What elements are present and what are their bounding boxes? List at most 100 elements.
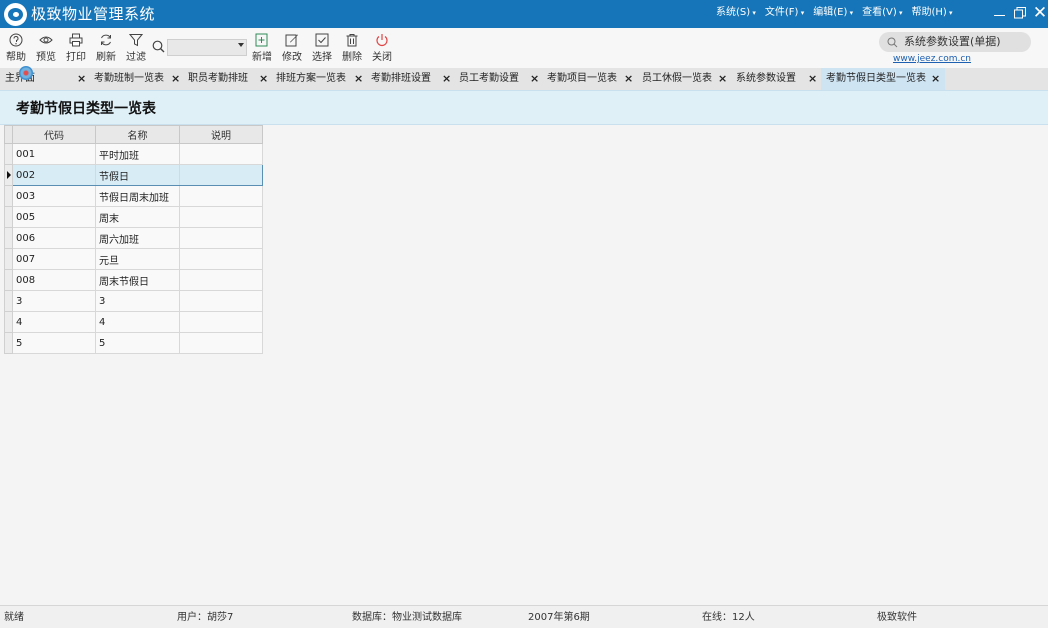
cell-name[interactable]: 周末节假日: [95, 269, 180, 291]
tab-employee-leave-list-close-icon[interactable]: ×: [718, 68, 727, 90]
tab-staff-scheduling-close-icon[interactable]: ×: [259, 68, 268, 90]
filter-button[interactable]: 过滤: [122, 33, 150, 64]
menu-edit[interactable]: 编辑(E): [813, 6, 853, 20]
close-button[interactable]: 关闭: [368, 33, 396, 64]
tab-scheduling-settings-close-icon[interactable]: ×: [442, 68, 451, 90]
select-button[interactable]: 选择: [308, 33, 336, 64]
cell-code[interactable]: 008: [12, 269, 96, 291]
column-header-code[interactable]: 代码: [12, 125, 96, 144]
tab-employee-attendance-settings-close-icon[interactable]: ×: [530, 68, 539, 90]
status-ready: 就绪: [4, 612, 24, 623]
row-header[interactable]: [4, 290, 13, 312]
row-header[interactable]: [4, 311, 13, 333]
content-area: 代码 名称 说明 001 平时加班 002 节假日 003 节假日周末加班 00…: [0, 125, 1048, 605]
tab-staff-scheduling[interactable]: 职员考勤排班: [183, 68, 271, 90]
table-row[interactable]: 005 周末: [4, 206, 263, 228]
table-row[interactable]: 008 周末节假日: [4, 269, 263, 291]
menu-help[interactable]: 帮助(H): [912, 6, 953, 20]
table-row[interactable]: 4 4: [4, 311, 263, 333]
row-header[interactable]: [4, 332, 13, 354]
table-row[interactable]: 003 节假日周末加班: [4, 185, 263, 207]
preview-button[interactable]: 预览: [32, 33, 60, 64]
cell-description[interactable]: [179, 311, 263, 333]
cell-code[interactable]: 002: [12, 164, 96, 186]
table-row[interactable]: 3 3: [4, 290, 263, 312]
help-button[interactable]: 帮助: [2, 33, 30, 64]
cell-code[interactable]: 001: [12, 143, 96, 165]
trash-icon: [346, 34, 358, 47]
delete-button[interactable]: 删除: [338, 33, 366, 64]
minimize-button[interactable]: [990, 4, 1008, 22]
table-row[interactable]: 007 元旦: [4, 248, 263, 270]
column-header-description[interactable]: 说明: [179, 125, 263, 144]
cell-description[interactable]: [179, 248, 263, 270]
table-row[interactable]: 001 平时加班: [4, 143, 263, 165]
close-label: 关闭: [372, 52, 392, 63]
cell-name[interactable]: 3: [95, 290, 180, 312]
cell-code[interactable]: 3: [12, 290, 96, 312]
menu-file[interactable]: 文件(F): [765, 6, 804, 20]
cell-name[interactable]: 元旦: [95, 248, 180, 270]
filter-label: 过滤: [126, 52, 146, 63]
tab-shift-system-list-close-icon[interactable]: ×: [171, 68, 180, 90]
tab-home-close-icon[interactable]: ×: [77, 68, 86, 90]
help-icon: [9, 33, 23, 47]
search-dropdown-arrow-icon[interactable]: [238, 43, 244, 47]
cell-code[interactable]: 007: [12, 248, 96, 270]
column-header-name[interactable]: 名称: [95, 125, 180, 144]
row-header[interactable]: [4, 164, 13, 186]
table-row[interactable]: 006 周六加班: [4, 227, 263, 249]
row-header[interactable]: [4, 185, 13, 207]
cell-description[interactable]: [179, 143, 263, 165]
tab-holiday-types-list[interactable]: 考勤节假日类型一览表: [821, 68, 945, 90]
cell-code[interactable]: 5: [12, 332, 96, 354]
menu-system[interactable]: 系统(S): [716, 6, 756, 20]
tab-employee-attendance-settings[interactable]: 员工考勤设置: [454, 68, 542, 90]
cell-name[interactable]: 4: [95, 311, 180, 333]
cell-description[interactable]: [179, 185, 263, 207]
print-button[interactable]: 打印: [62, 33, 90, 64]
tab-holiday-types-list-close-icon[interactable]: ×: [931, 68, 940, 90]
cell-name[interactable]: 周末: [95, 206, 180, 228]
row-header[interactable]: [4, 248, 13, 270]
cell-name[interactable]: 周六加班: [95, 227, 180, 249]
row-header[interactable]: [4, 269, 13, 291]
tab-scheme-list-close-icon[interactable]: ×: [354, 68, 363, 90]
edit-button[interactable]: 修改: [278, 33, 306, 64]
cell-description[interactable]: [179, 269, 263, 291]
quick-search-field[interactable]: 系统参数设置(单据): [879, 32, 1031, 52]
cell-code[interactable]: 4: [12, 311, 96, 333]
row-header[interactable]: [4, 206, 13, 228]
tab-scheduling-settings[interactable]: 考勤排班设置: [366, 68, 454, 90]
tab-scheme-list[interactable]: 排班方案一览表: [271, 68, 366, 90]
cell-description[interactable]: [179, 290, 263, 312]
table-row[interactable]: 5 5: [4, 332, 263, 354]
select-label: 选择: [312, 52, 332, 63]
table-row-selected[interactable]: 002 节假日: [4, 164, 263, 186]
cell-description[interactable]: [179, 227, 263, 249]
preview-label: 预览: [36, 52, 56, 63]
search-input[interactable]: [167, 39, 247, 56]
cell-code[interactable]: 005: [12, 206, 96, 228]
cell-name[interactable]: 节假日周末加班: [95, 185, 180, 207]
website-link[interactable]: www.jeez.com.cn: [893, 54, 971, 65]
cell-description[interactable]: [179, 164, 263, 186]
menu-view[interactable]: 查看(V): [862, 6, 902, 20]
tab-attendance-items-list[interactable]: 考勤项目一览表: [542, 68, 637, 90]
row-header[interactable]: [4, 227, 13, 249]
restore-button[interactable]: [1011, 4, 1029, 22]
cell-description[interactable]: [179, 332, 263, 354]
refresh-button[interactable]: 刷新: [92, 33, 120, 64]
tab-shift-system-list[interactable]: 考勤班制一览表: [89, 68, 184, 90]
add-button[interactable]: 新增: [248, 33, 276, 64]
cell-description[interactable]: [179, 206, 263, 228]
close-window-button[interactable]: ✕: [1031, 4, 1048, 22]
cell-name[interactable]: 平时加班: [95, 143, 180, 165]
tab-system-parameters-close-icon[interactable]: ×: [808, 68, 817, 90]
tab-attendance-items-list-close-icon[interactable]: ×: [624, 68, 633, 90]
cell-name[interactable]: 节假日: [95, 164, 180, 186]
cell-code[interactable]: 003: [12, 185, 96, 207]
cell-code[interactable]: 006: [12, 227, 96, 249]
row-header[interactable]: [4, 143, 13, 165]
cell-name[interactable]: 5: [95, 332, 180, 354]
